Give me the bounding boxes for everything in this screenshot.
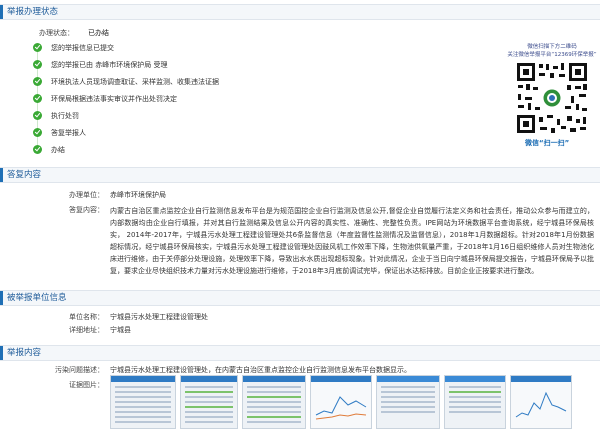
check-icon — [33, 43, 42, 52]
reply-unit-label: 办理单位： — [69, 191, 104, 199]
section-accent-bar — [0, 168, 3, 182]
section-reply-title: 答复内容 — [7, 170, 42, 180]
check-icon — [33, 94, 42, 103]
section-reported-unit-header: 被举报单位信息 — [0, 290, 600, 306]
evidence-image-7[interactable] — [510, 375, 572, 429]
status-label: 办理状态： — [39, 29, 74, 37]
qr-caption-2: 关注微信举报平台“12369环保举报” — [507, 52, 597, 58]
section-reported-unit-title: 被举报单位信息 — [7, 293, 67, 303]
section-accent-bar — [0, 346, 3, 360]
evidence-image-4[interactable] — [310, 375, 372, 429]
issue-value: 宁城县污水处理工程建设管理处，在内蒙古自治区重点监控企业自行监测信息发布平台数据… — [110, 366, 411, 374]
reported-unit-value: 宁城县污水处理工程建设管理处 — [110, 313, 208, 321]
check-icon — [33, 77, 42, 86]
qr-code-icon — [515, 61, 589, 135]
evidence-label: 证据图片： — [69, 381, 104, 389]
step-label: 答复举报人 — [51, 129, 86, 137]
evidence-image-1[interactable] — [110, 375, 176, 429]
section-status-header: 举报办理状态 — [0, 4, 600, 20]
section-report-header: 举报内容 — [0, 345, 600, 361]
step-label: 您的举报信息已提交 — [51, 44, 114, 52]
step-label: 环境执法人员现场调查取证、采样监测、收集违法证据 — [51, 78, 219, 86]
evidence-image-6[interactable] — [444, 375, 506, 429]
step-label: 执行处罚 — [51, 112, 79, 120]
step-label: 办结 — [51, 146, 65, 154]
qr-scan-caption: 微信“扫一扫” — [525, 139, 570, 147]
status-value: 已办结 — [88, 29, 109, 37]
check-icon — [33, 60, 42, 69]
reported-unit-label: 单位名称： — [69, 313, 104, 321]
issue-label: 污染问题描述： — [55, 366, 104, 374]
evidence-image-3[interactable] — [242, 375, 306, 429]
check-icon — [33, 145, 42, 154]
evidence-image-2[interactable] — [180, 375, 238, 429]
section-status-title: 举报办理状态 — [7, 7, 59, 17]
step-label: 环保局根据违法事实审议并作出处罚决定 — [51, 95, 177, 103]
section-accent-bar — [0, 291, 3, 305]
check-icon — [33, 128, 42, 137]
qr-caption-1: 微信扫描下方二维码 — [527, 44, 577, 50]
reported-address-value: 宁城县 — [110, 326, 131, 334]
reply-unit-value: 赤峰市环境保护局 — [110, 191, 166, 199]
check-icon — [33, 111, 42, 120]
section-accent-bar — [0, 5, 3, 19]
evidence-image-5[interactable] — [376, 375, 440, 429]
section-reply-header: 答复内容 — [0, 167, 600, 183]
section-report-title: 举报内容 — [7, 348, 42, 358]
reply-content-label: 答复内容： — [69, 206, 104, 214]
reported-address-label: 详细地址： — [69, 326, 104, 334]
reply-content-text: 内蒙古自治区重点监控企业自行监测信息发布平台是为规范国控企业自行监测及信息公开,… — [110, 207, 594, 275]
step-label: 您的举报已由 赤峰市环境保护局 受理 — [51, 61, 168, 69]
